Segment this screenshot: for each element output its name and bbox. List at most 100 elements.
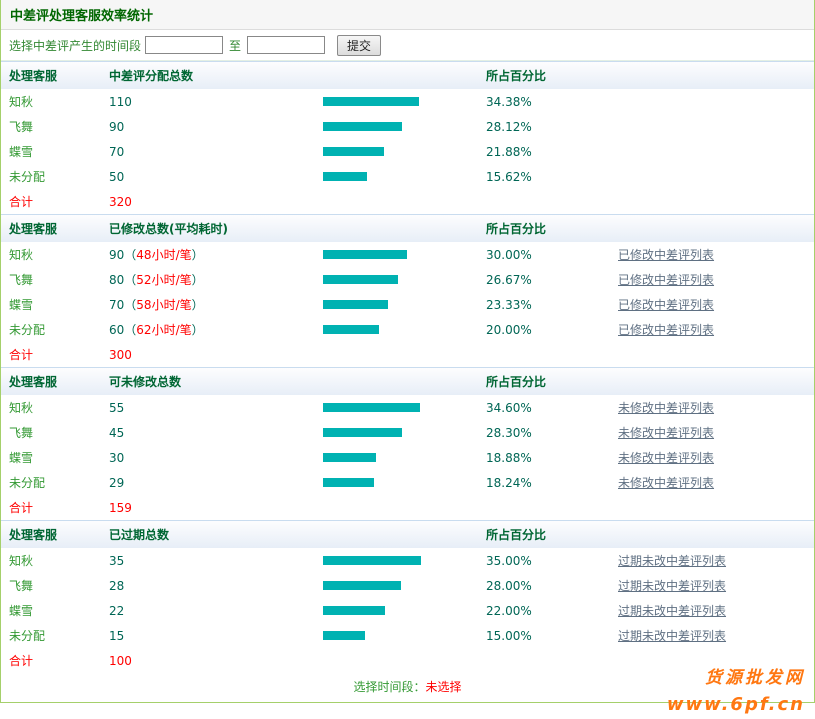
metric-cell: 55: [109, 401, 323, 415]
link-cell: 已修改中差评列表: [618, 246, 814, 263]
percent-value: 20.00%: [486, 323, 618, 337]
header-metric: 已修改总数(平均耗时): [109, 220, 323, 237]
percent-value: 28.30%: [486, 426, 618, 440]
table-row: 飞舞 45 28.30% 未修改中差评列表: [1, 420, 814, 445]
stats-page: 中差评处理客服效率统计 选择中差评产生的时间段 至 提交 处理客服 中差评分配总…: [0, 0, 815, 719]
list-link[interactable]: 过期未改中差评列表: [618, 579, 726, 593]
agent-name: 飞舞: [9, 271, 109, 288]
metric-value: 90: [109, 248, 124, 262]
percent-value: 18.24%: [486, 476, 618, 490]
header-percent: 所占百分比: [486, 526, 618, 543]
section-rows: 知秋 55 34.60% 未修改中差评列表 飞舞 45 28.30% 未修改中差…: [1, 395, 814, 495]
bar-cell: [323, 120, 486, 134]
list-link[interactable]: 过期未改中差评列表: [618, 554, 726, 568]
avg-time: （62小时/笔）: [124, 323, 203, 337]
table-row: 知秋 110 34.38%: [1, 89, 814, 114]
bar-cell: [323, 95, 486, 109]
table-row: 飞舞 80（52小时/笔） 26.67% 已修改中差评列表: [1, 267, 814, 292]
bar-cell: [323, 451, 486, 465]
stats-section: 处理客服 可未修改总数 所占百分比 知秋 55 34.60% 未修改中差评列表 …: [1, 367, 814, 520]
header-percent: 所占百分比: [486, 220, 618, 237]
watermark-line1: 货源批发网: [667, 665, 805, 691]
percent-value: 22.00%: [486, 604, 618, 618]
total-row: 合计 300: [1, 342, 814, 367]
percent-value: 34.60%: [486, 401, 618, 415]
total-row: 合计 159: [1, 495, 814, 520]
agent-name: 飞舞: [9, 118, 109, 135]
metric-value: 45: [109, 426, 124, 440]
bar-cell: [323, 604, 486, 618]
to-label: 至: [229, 37, 241, 54]
list-link[interactable]: 未修改中差评列表: [618, 426, 714, 440]
avg-time: （58小时/笔）: [124, 298, 203, 312]
metric-cell: 22: [109, 604, 323, 618]
paren-open: （: [124, 248, 136, 262]
end-date-input[interactable]: [247, 36, 325, 54]
section-header-row: 处理客服 中差评分配总数 所占百分比: [1, 61, 814, 89]
section-rows: 知秋 90（48小时/笔） 30.00% 已修改中差评列表 飞舞 80（52小时…: [1, 242, 814, 342]
list-link[interactable]: 已修改中差评列表: [618, 298, 714, 312]
metric-cell: 15: [109, 629, 323, 643]
metric-cell: 28: [109, 579, 323, 593]
total-label: 合计: [9, 652, 109, 669]
table-row: 知秋 90（48小时/笔） 30.00% 已修改中差评列表: [1, 242, 814, 267]
footer-label: 选择时间段：: [353, 678, 425, 695]
list-link[interactable]: 已修改中差评列表: [618, 273, 714, 287]
paren-close: ）: [192, 248, 204, 262]
metric-value: 90: [109, 120, 124, 134]
table-row: 知秋 55 34.60% 未修改中差评列表: [1, 395, 814, 420]
list-link[interactable]: 过期未改中差评列表: [618, 629, 726, 643]
metric-value: 110: [109, 95, 132, 109]
paren-open: （: [124, 273, 136, 287]
percentage-bar: [323, 453, 376, 462]
percentage-bar: [323, 325, 379, 334]
avg-time: （48小时/笔）: [124, 248, 203, 262]
list-link[interactable]: 过期未改中差评列表: [618, 604, 726, 618]
percent-value: 28.12%: [486, 120, 618, 134]
metric-cell: 45: [109, 426, 323, 440]
metric-value: 30: [109, 451, 124, 465]
bar-cell: [323, 145, 486, 159]
link-cell: 过期未改中差评列表: [618, 627, 814, 644]
header-percent: 所占百分比: [486, 67, 618, 84]
metric-cell: 35: [109, 554, 323, 568]
sections: 处理客服 中差评分配总数 所占百分比 知秋 110 34.38% 飞舞 90 2…: [1, 61, 814, 673]
percentage-bar: [323, 606, 385, 615]
list-link[interactable]: 未修改中差评列表: [618, 401, 714, 415]
agent-name: 知秋: [9, 399, 109, 416]
percentage-bar: [323, 428, 402, 437]
bar-cell: [323, 401, 486, 415]
total-value: 159: [109, 501, 323, 515]
list-link[interactable]: 未修改中差评列表: [618, 451, 714, 465]
bar-cell: [323, 248, 486, 262]
total-label: 合计: [9, 499, 109, 516]
bar-cell: [323, 298, 486, 312]
section-header-row: 处理客服 已过期总数 所占百分比: [1, 520, 814, 548]
percent-value: 35.00%: [486, 554, 618, 568]
metric-value: 29: [109, 476, 124, 490]
metric-cell: 70: [109, 145, 323, 159]
list-link[interactable]: 未修改中差评列表: [618, 476, 714, 490]
paren-close: ）: [192, 323, 204, 337]
link-cell: 未修改中差评列表: [618, 449, 814, 466]
agent-name: 蝶雪: [9, 602, 109, 619]
percent-value: 15.62%: [486, 170, 618, 184]
submit-button[interactable]: 提交: [337, 35, 381, 56]
list-link[interactable]: 已修改中差评列表: [618, 323, 714, 337]
agent-name: 蝶雪: [9, 143, 109, 160]
percentage-bar: [323, 478, 374, 487]
metric-value: 15: [109, 629, 124, 643]
header-metric: 可未修改总数: [109, 373, 323, 390]
metric-cell: 80（52小时/笔）: [109, 271, 323, 288]
start-date-input[interactable]: [145, 36, 223, 54]
bar-cell: [323, 323, 486, 337]
agent-name: 飞舞: [9, 577, 109, 594]
list-link[interactable]: 已修改中差评列表: [618, 248, 714, 262]
table-row: 未分配 15 15.00% 过期未改中差评列表: [1, 623, 814, 648]
paren-open: （: [124, 323, 136, 337]
section-rows: 知秋 35 35.00% 过期未改中差评列表 飞舞 28 28.00% 过期未改…: [1, 548, 814, 648]
total-row: 合计 320: [1, 189, 814, 214]
date-filter-bar: 选择中差评产生的时间段 至 提交: [1, 30, 814, 61]
header-agent: 处理客服: [9, 67, 109, 84]
total-label: 合计: [9, 193, 109, 210]
